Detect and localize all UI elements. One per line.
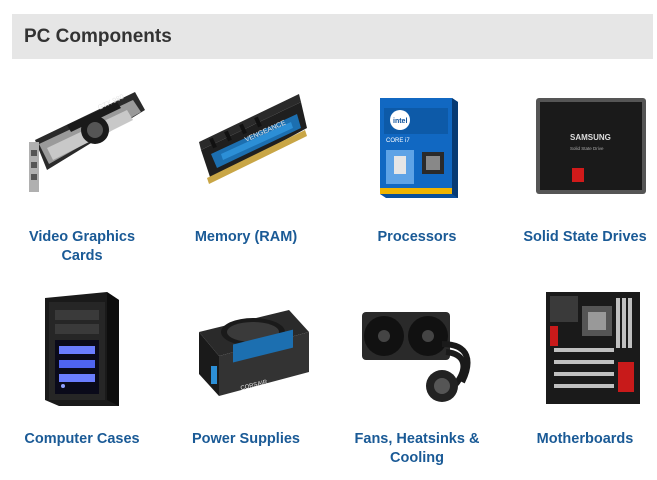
category-label[interactable]: Power Supplies (171, 430, 321, 449)
category-image[interactable]: VENGEANCE (171, 80, 321, 210)
category-label[interactable]: Motherboards (510, 430, 657, 449)
category-fans-heatsinks-cooling[interactable]: Fans, Heatsinks & Cooling (335, 282, 499, 468)
category-image[interactable]: SAMSUNG Solid State Drive (510, 80, 657, 210)
category-label[interactable]: Solid State Drives (510, 228, 657, 247)
category-image[interactable]: intel CORE i7 (342, 80, 492, 210)
category-image[interactable] (7, 282, 157, 412)
category-label[interactable]: Fans, Heatsinks & Cooling (342, 430, 492, 468)
category-label[interactable]: Video Graphics Cards (7, 228, 157, 266)
svg-text:Solid State Drive: Solid State Drive (570, 146, 604, 151)
pc-components-page: PC Components GTX 980 Video Graphics Car… (0, 0, 657, 480)
category-computer-cases[interactable]: Computer Cases (0, 282, 164, 449)
category-image[interactable]: CORSAIR (171, 282, 321, 412)
liquid-cooler-icon (362, 312, 471, 402)
category-processors[interactable]: intel CORE i7 Processors (335, 80, 499, 247)
category-image[interactable]: GTX 980 (7, 80, 157, 210)
category-video-graphics-cards[interactable]: GTX 980 Video Graphics Cards (0, 80, 164, 266)
section-title: PC Components (24, 25, 172, 47)
power-supply-icon: CORSAIR (199, 310, 309, 396)
category-image[interactable] (342, 282, 492, 412)
category-grid: GTX 980 Video Graphics Cards VENGEANCE M… (0, 70, 657, 470)
svg-text:intel: intel (393, 118, 407, 125)
ssd-icon: SAMSUNG Solid State Drive (536, 98, 646, 194)
section-header: PC Components (12, 14, 653, 59)
svg-text:SAMSUNG: SAMSUNG (570, 133, 611, 142)
category-label[interactable]: Processors (342, 228, 492, 247)
category-label[interactable]: Memory (RAM) (171, 228, 321, 247)
ram-module-icon: VENGEANCE (199, 94, 307, 184)
category-power-supplies[interactable]: CORSAIR Power Supplies (164, 282, 328, 449)
computer-case-icon (45, 292, 119, 406)
category-solid-state-drives[interactable]: SAMSUNG Solid State Drive Solid State Dr… (503, 80, 657, 247)
category-memory-ram[interactable]: VENGEANCE Memory (RAM) (164, 80, 328, 247)
category-image[interactable] (510, 282, 657, 412)
graphics-card-icon: GTX 980 (29, 92, 145, 192)
category-motherboards[interactable]: Motherboards (503, 282, 657, 449)
processor-box-icon: intel CORE i7 (380, 98, 458, 198)
svg-text:CORE i7: CORE i7 (386, 138, 410, 144)
category-label[interactable]: Computer Cases (7, 430, 157, 449)
motherboard-icon (546, 292, 640, 404)
